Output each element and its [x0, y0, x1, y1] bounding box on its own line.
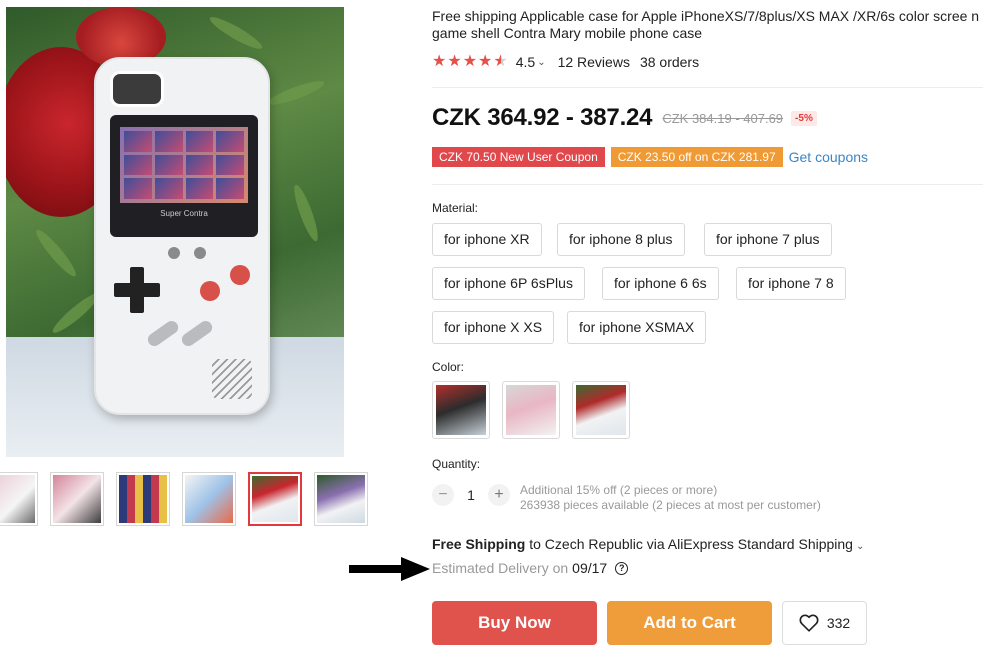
delivery-date: 09/17: [572, 560, 608, 576]
arrow-pointer-icon: [349, 557, 430, 581]
product-title: Free shipping Applicable case for Apple …: [432, 8, 980, 41]
orders-count: 38 orders: [639, 54, 700, 70]
stock-text: 263938 pieces available (2 pieces at mos…: [520, 498, 821, 512]
quantity-plus-button[interactable]: +: [488, 484, 510, 506]
heart-icon: [799, 614, 819, 632]
buy-now-button[interactable]: Buy Now: [432, 601, 597, 645]
star-icon: ★: [447, 53, 462, 70]
thumbnail[interactable]: [0, 472, 38, 526]
estimated-delivery-label: Estimated Delivery on: [432, 560, 569, 576]
screen-caption: Super Contra: [160, 209, 208, 218]
divider: [432, 184, 983, 185]
delivery-estimate: Estimated Delivery on 09/17 ?: [432, 560, 629, 576]
quantity-input[interactable]: 1: [454, 487, 488, 503]
free-shipping-label: Free Shipping: [432, 536, 526, 552]
shipping-info[interactable]: Free Shipping to Czech Republic via AliE…: [432, 536, 864, 552]
divider: [432, 87, 983, 88]
game-screen: Super Contra: [110, 115, 258, 237]
thumbnail[interactable]: [182, 472, 236, 526]
main-product-image[interactable]: Super Contra: [6, 7, 344, 457]
material-option[interactable]: for iphone 7 plus: [704, 223, 832, 256]
price-row: CZK 364.92 - 387.24 CZK 384.19 - 407.69 …: [432, 104, 817, 132]
color-label: Color:: [432, 360, 465, 374]
rating-stars: ★ ★ ★ ★ ★: [432, 54, 508, 70]
material-option[interactable]: for iphone 6 6s: [602, 267, 719, 300]
discount-badge: -5%: [791, 110, 817, 126]
material-option[interactable]: for iphone XSMAX: [567, 311, 707, 344]
star-icon: ★: [478, 53, 493, 70]
material-option[interactable]: for iphone X XS: [432, 311, 555, 344]
bulk-offer-text: Additional 15% off (2 pieces or more): [520, 483, 718, 497]
material-option[interactable]: for iphone 6P 6sPlus: [432, 267, 585, 300]
thumbnail[interactable]: [314, 472, 368, 526]
material-option[interactable]: for iphone 7 8: [736, 267, 846, 300]
material-label: Material:: [432, 201, 479, 215]
star-icon: ★: [432, 53, 447, 70]
original-price: CZK 384.19 - 407.69: [662, 110, 784, 126]
rating-score[interactable]: 4.5: [516, 54, 535, 70]
coupon-row: CZK 70.50 New User Coupon CZK 23.50 off …: [432, 147, 868, 167]
quantity-label: Quantity:: [432, 457, 481, 471]
material-option[interactable]: for iphone XR: [432, 223, 542, 256]
current-price: CZK 364.92 - 387.24: [432, 104, 653, 131]
wishlist-button[interactable]: 332: [782, 601, 867, 645]
color-swatch[interactable]: [432, 381, 490, 439]
quantity-stepper: − 1 +: [432, 484, 510, 506]
new-user-coupon[interactable]: CZK 70.50 New User Coupon: [432, 147, 605, 167]
thumbnail[interactable]: [116, 472, 170, 526]
add-to-cart-button[interactable]: Add to Cart: [607, 601, 772, 645]
shipping-route: to Czech Republic via AliExpress Standar…: [525, 536, 853, 552]
help-icon[interactable]: ?: [615, 561, 629, 575]
color-swatch[interactable]: [572, 381, 630, 439]
rating-row: ★ ★ ★ ★ ★ 4.5 ⌄ 12 Reviews 38 orders: [432, 54, 700, 71]
reviews-link[interactable]: 12 Reviews: [558, 54, 630, 70]
quantity-minus-button[interactable]: −: [432, 484, 454, 506]
store-coupon[interactable]: CZK 23.50 off on CZK 281.97: [610, 147, 783, 167]
chevron-down-icon[interactable]: ⌄: [537, 57, 545, 68]
get-coupons-link[interactable]: Get coupons: [789, 149, 868, 165]
chevron-down-icon[interactable]: ⌄: [856, 541, 864, 552]
thumbnail[interactable]: [50, 472, 104, 526]
speaker-grille: [212, 359, 252, 399]
material-option[interactable]: for iphone 8 plus: [557, 223, 685, 256]
wishlist-count: 332: [826, 615, 851, 631]
star-half-icon: ★: [493, 53, 508, 70]
star-icon: ★: [462, 53, 478, 70]
thumbnail-selected[interactable]: [248, 472, 302, 526]
quantity-info: Additional 15% off (2 pieces or more) 26…: [520, 483, 821, 513]
phone-case-image: Super Contra: [94, 57, 270, 415]
color-swatch[interactable]: [502, 381, 560, 439]
